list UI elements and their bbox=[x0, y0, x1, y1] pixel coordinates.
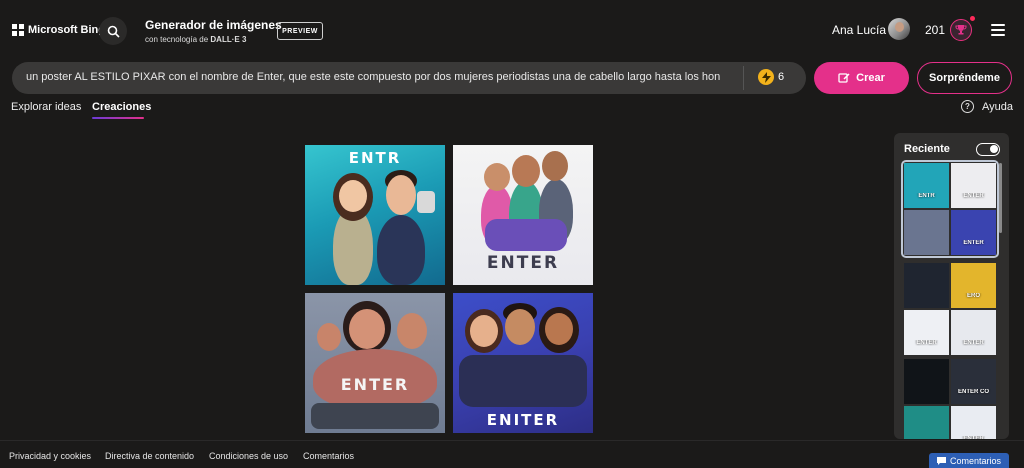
recent-thumb: ENTER bbox=[951, 310, 996, 355]
page: Microsoft Bing Generador de imágenes con… bbox=[0, 0, 1024, 468]
windows-logo-icon bbox=[12, 24, 24, 36]
active-tab-indicator bbox=[92, 117, 144, 119]
feedback-label: Comentarios bbox=[949, 455, 1002, 466]
gadget-row bbox=[311, 403, 439, 429]
footer-link-content-policy[interactable]: Directiva de contenido bbox=[105, 451, 194, 461]
recent-thumb: ENTR bbox=[904, 163, 949, 208]
create-label: Crear bbox=[856, 72, 885, 84]
figure-woman-left-face bbox=[470, 315, 498, 347]
subtitle-prefix: con tecnología de bbox=[145, 35, 211, 44]
figure-man bbox=[377, 215, 425, 285]
recent-thumb-title: ENTER bbox=[963, 436, 984, 439]
user-name[interactable]: Ana Lucía bbox=[832, 23, 886, 37]
recent-thumb-title: ENTER CO bbox=[957, 389, 989, 395]
title-block: Generador de imágenes con tecnología de … bbox=[145, 18, 282, 44]
feedback-button[interactable]: Comentarios bbox=[929, 453, 1009, 468]
rewards-points[interactable]: 201 bbox=[925, 23, 945, 37]
recent-toggle[interactable] bbox=[976, 143, 1000, 156]
recent-thumb: ENTER bbox=[951, 163, 996, 208]
recent-thumb bbox=[904, 359, 949, 404]
image-title-text: ENTER bbox=[340, 375, 410, 394]
recent-thumb bbox=[904, 210, 949, 255]
recent-group-2[interactable]: ERO ENTER ENTER bbox=[904, 263, 996, 355]
bing-logo[interactable]: Microsoft Bing bbox=[12, 24, 105, 36]
footer-link-feedback[interactable]: Comentarios bbox=[303, 451, 354, 461]
image-title-text: ENTR bbox=[348, 149, 402, 167]
help-button[interactable]: ? Ayuda bbox=[961, 100, 1013, 113]
page-title: Generador de imágenes bbox=[145, 18, 282, 32]
figure-woman-center-face bbox=[349, 309, 385, 349]
recent-thumb: ENTER bbox=[951, 406, 996, 439]
boost-count: 6 bbox=[778, 71, 785, 83]
header: Microsoft Bing Generador de imágenes con… bbox=[0, 0, 1024, 60]
search-icon bbox=[107, 25, 120, 38]
help-icon: ? bbox=[961, 100, 974, 113]
figure-man-face bbox=[542, 151, 568, 181]
generated-image-4[interactable]: ENITER bbox=[453, 293, 593, 433]
generated-image-2[interactable]: ENTER bbox=[453, 145, 593, 285]
recent-thumb-title: ENTER bbox=[963, 340, 984, 346]
gadget-cluster bbox=[485, 219, 567, 251]
figure-woman-left-face bbox=[484, 163, 510, 191]
recent-thumb bbox=[904, 263, 949, 308]
prompt-divider bbox=[743, 66, 744, 90]
figure-woman-right-face bbox=[545, 313, 573, 345]
tab-creations[interactable]: Creaciones bbox=[92, 101, 151, 113]
hamburger-menu-icon[interactable] bbox=[991, 24, 1005, 36]
prompt-text[interactable]: un poster AL ESTILO PIXAR con el nombre … bbox=[26, 71, 740, 83]
footer-link-terms[interactable]: Condiciones de uso bbox=[209, 451, 288, 461]
recent-thumb-title: ENTR bbox=[918, 193, 935, 199]
figure-man-face bbox=[386, 175, 416, 215]
figure-woman-center-face bbox=[512, 155, 540, 187]
recent-thumb-title: ENTER bbox=[963, 193, 984, 199]
recent-thumb-title: ENTER bbox=[916, 340, 937, 346]
notification-dot bbox=[970, 16, 975, 21]
generated-image-1[interactable]: ENTR bbox=[305, 145, 445, 285]
image-title-text: ENTER bbox=[486, 253, 560, 273]
figure-woman-left-face bbox=[317, 323, 341, 351]
image-title-text: ENITER bbox=[486, 411, 560, 429]
recent-thumb: ENTER bbox=[951, 210, 996, 255]
recent-title: Reciente bbox=[904, 143, 950, 155]
preview-badge: PREVIEW bbox=[277, 22, 323, 40]
recent-thumb-title: ENTER bbox=[963, 240, 984, 246]
brand-name: Microsoft Bing bbox=[28, 24, 105, 36]
recent-thumb: ENTER CO bbox=[951, 359, 996, 404]
avatar[interactable] bbox=[888, 18, 910, 40]
recent-thumb: ERO bbox=[951, 263, 996, 308]
recent-group-3[interactable]: ENTER CO ENTER bbox=[904, 359, 996, 439]
feedback-icon bbox=[936, 456, 946, 465]
rewards-button[interactable] bbox=[950, 19, 972, 41]
prompt-input[interactable]: un poster AL ESTILO PIXAR con el nombre … bbox=[12, 62, 806, 94]
boost-icon bbox=[758, 69, 774, 85]
help-label: Ayuda bbox=[982, 100, 1013, 113]
figure-man-face bbox=[397, 313, 427, 349]
recent-thumb: ENTER bbox=[904, 310, 949, 355]
tab-explore-ideas[interactable]: Explorar ideas bbox=[11, 101, 81, 113]
robot-gadget bbox=[417, 191, 435, 213]
recent-thumb bbox=[904, 406, 949, 439]
gadget-pile bbox=[459, 355, 587, 407]
create-icon bbox=[838, 73, 850, 83]
footer-link-privacy[interactable]: Privacidad y cookies bbox=[9, 451, 91, 461]
footer: Privacidad y cookies Directiva de conten… bbox=[0, 440, 1024, 468]
scrollbar[interactable] bbox=[999, 163, 1002, 233]
trophy-icon bbox=[955, 25, 967, 35]
recent-panel: Reciente ENTR ENTER ENTER ERO ENTER ENTE… bbox=[894, 133, 1009, 439]
recent-group-1[interactable]: ENTR ENTER ENTER bbox=[901, 160, 999, 258]
search-button[interactable] bbox=[99, 17, 127, 45]
figure-woman-face bbox=[339, 180, 367, 212]
surprise-button[interactable]: Sorpréndeme bbox=[917, 62, 1012, 94]
generated-image-3[interactable]: ENTER bbox=[305, 293, 445, 433]
figure-man-face bbox=[505, 309, 535, 345]
recent-thumb-title: ERO bbox=[966, 293, 980, 299]
page-subtitle: con tecnología de DALL·E 3 bbox=[145, 35, 282, 44]
create-button[interactable]: Crear bbox=[814, 62, 909, 94]
subtitle-model: DALL·E 3 bbox=[210, 35, 247, 44]
